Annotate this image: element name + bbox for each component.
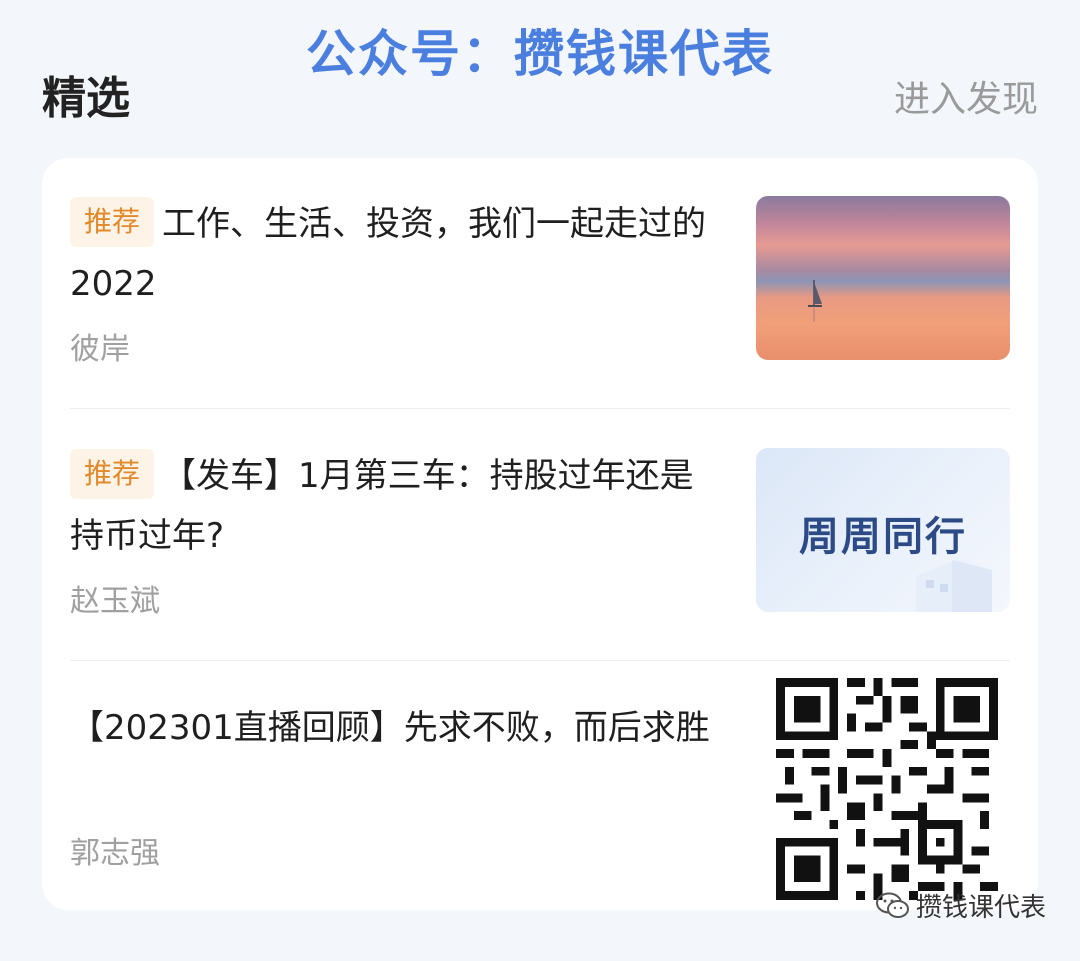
wechat-icon [875, 892, 910, 927]
article-title: 推荐 工作、生活、投资，我们一起走过的2022 [70, 194, 720, 314]
article-thumbnail [756, 196, 1010, 360]
enter-discover-link[interactable]: 进入发现 [894, 70, 1038, 122]
article-title-text: 【202301直播回顾】先求不败，而后求胜 [70, 708, 710, 748]
section-title: 精选 [42, 73, 130, 124]
article-title: 推荐 【发车】1月第三车：持股过年还是持币过年? [70, 446, 720, 566]
article-thumbnail: 周周同行 [756, 448, 1010, 612]
recommend-tag: 推荐 [70, 197, 155, 247]
cube-decoration-icon [916, 560, 992, 612]
watermark-bottom: 攒钱课代表 [875, 887, 1046, 927]
divider [70, 408, 1010, 409]
article-item-1[interactable]: 推荐 工作、生活、投资，我们一起走过的2022 彼岸 [70, 158, 1010, 410]
article-author: 赵玉斌 [70, 584, 160, 619]
article-author: 郭志强 [70, 836, 160, 871]
featured-card: 推荐 工作、生活、投资，我们一起走过的2022 彼岸 推荐 【发车】1月第三车：持股… [42, 158, 1038, 910]
article-title-text: 【发车】1月第三车：持股过年还是持币过年? [70, 456, 694, 556]
divider [70, 660, 1010, 661]
article-item-2[interactable]: 推荐 【发车】1月第三车：持股过年还是持币过年? 赵玉斌 周周同行 [70, 410, 1010, 662]
article-author: 彼岸 [70, 332, 130, 367]
article-title: 【202301直播回顾】先求不败，而后求胜 [70, 698, 720, 758]
qr-code-icon [776, 678, 998, 900]
sailboat-icon [808, 280, 822, 322]
recommend-tag: 推荐 [70, 449, 155, 499]
watermark-bottom-text: 攒钱课代表 [915, 893, 1046, 923]
article-title-text: 工作、生活、投资，我们一起走过的2022 [70, 204, 707, 304]
